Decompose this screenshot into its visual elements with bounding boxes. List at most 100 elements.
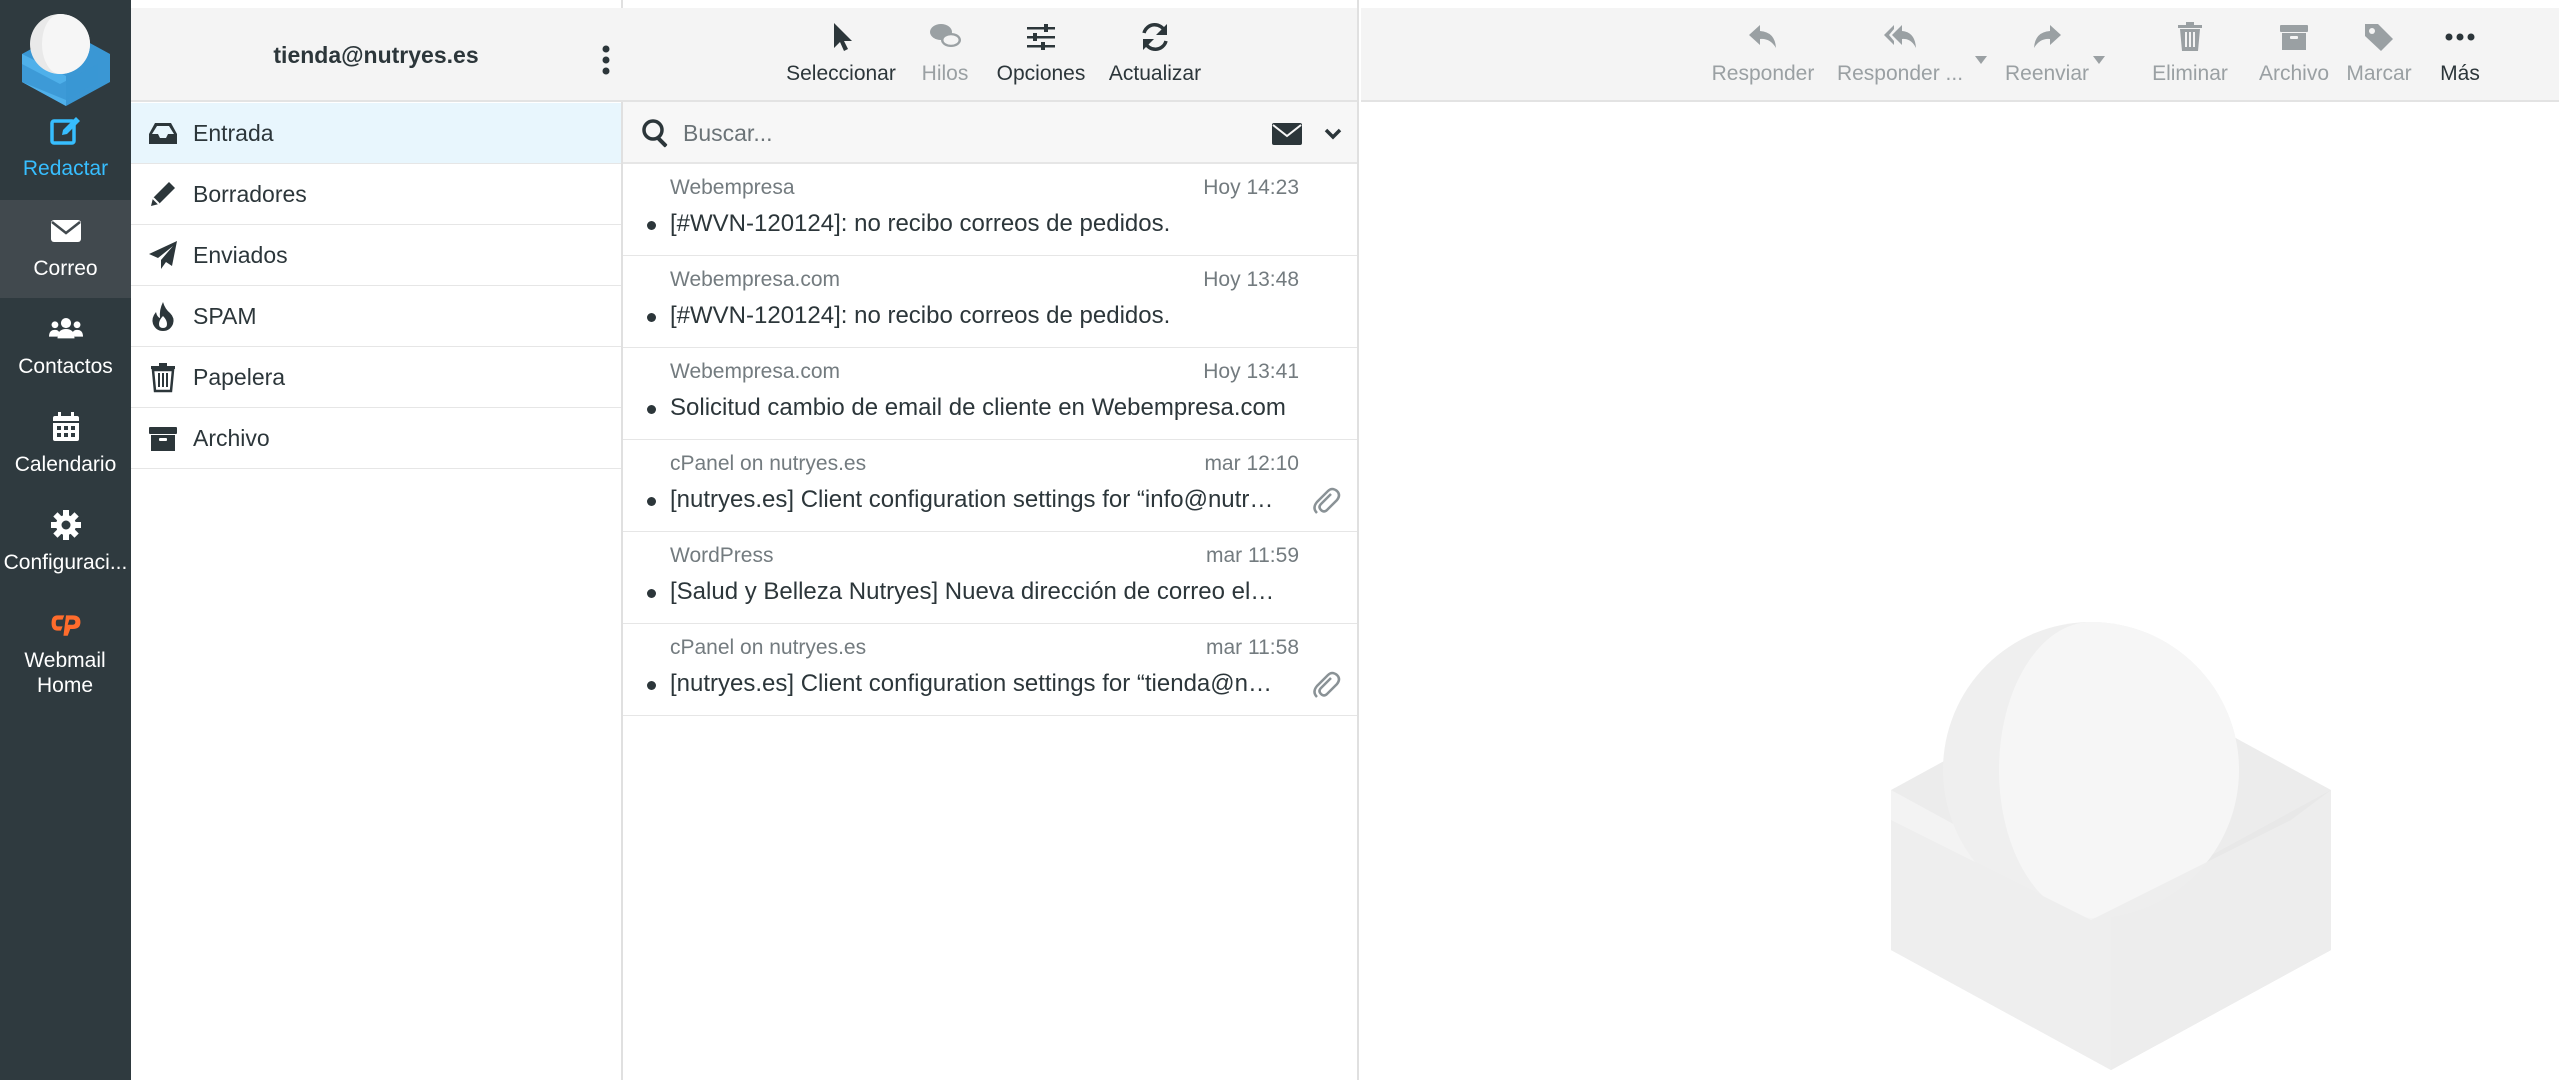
folder-label: Entrada <box>193 120 274 146</box>
folder-label: Enviados <box>193 242 288 268</box>
message-sender: Webempresa.com <box>670 360 841 383</box>
sliders-icon <box>1027 24 1055 50</box>
gear-icon <box>50 510 81 540</box>
users-icon <box>48 317 83 339</box>
trash-icon <box>151 363 175 393</box>
folder-panel: tienda@nutryes.es Entrada Borradores Env… <box>131 0 623 1080</box>
folder-sent[interactable]: Enviados <box>131 225 621 286</box>
threads-button[interactable]: Hilos <box>913 16 977 96</box>
kebab-menu-icon[interactable] <box>599 44 613 76</box>
preview-panel: Responder Responder ... Reenviar Elimina… <box>1361 0 2559 1080</box>
archive-button[interactable]: Archivo <box>2247 16 2341 96</box>
folder-label: Borradores <box>193 181 307 207</box>
message-row[interactable]: Webempresa Hoy 14:23 [#WVN-120124]: no r… <box>623 164 1357 256</box>
nav-contacts-label: Contactos <box>18 355 113 378</box>
account-name: tienda@nutryes.es <box>273 42 479 68</box>
nav-settings[interactable]: Configuraci... <box>0 494 131 592</box>
unread-dot <box>647 681 656 690</box>
folder-spam[interactable]: SPAM <box>131 286 621 347</box>
message-list-panel: Seleccionar Hilos Opciones Actualizar Bu… <box>623 0 1359 1080</box>
select-button[interactable]: Seleccionar <box>783 16 899 96</box>
unread-dot <box>647 405 656 414</box>
nav-cpanel-home[interactable]: Webmail Home <box>0 592 131 702</box>
message-sender: WordPress <box>670 544 774 567</box>
nav-calendar[interactable]: Calendario <box>0 396 131 494</box>
options-button[interactable]: Opciones <box>989 16 1093 96</box>
calendar-icon <box>52 412 79 441</box>
search-bar <box>623 102 1357 164</box>
message-subject: [Salud y Belleza Nutryes] Nueva direcció… <box>670 578 1280 605</box>
nav-settings-label: Configuraci... <box>3 551 128 574</box>
tag-icon <box>2365 24 2393 51</box>
reply-all-dropdown-icon[interactable] <box>1973 54 1989 66</box>
forward-icon <box>2034 25 2061 48</box>
folder-header: tienda@nutryes.es <box>131 8 623 102</box>
reply-icon <box>1749 25 1776 48</box>
trash-icon <box>2178 22 2202 51</box>
message-date: mar 11:58 <box>1206 636 1299 659</box>
folder-drafts[interactable]: Borradores <box>131 164 621 225</box>
forward-dropdown-icon[interactable] <box>2091 54 2107 66</box>
envelope-icon <box>50 220 81 242</box>
folder-archive[interactable]: Archivo <box>131 408 621 469</box>
folder-label: Archivo <box>193 425 270 451</box>
nav-compose[interactable]: Redactar <box>0 100 131 198</box>
list-toolbar: Seleccionar Hilos Opciones Actualizar <box>623 8 1357 102</box>
unread-dot <box>647 497 656 506</box>
archive-icon <box>2280 25 2308 50</box>
message-sender: Webempresa <box>670 176 795 199</box>
reply-button[interactable]: Responder <box>1707 16 1819 96</box>
roundcube-logo[interactable] <box>14 10 118 106</box>
ellipsis-icon <box>2445 33 2475 41</box>
cursor-icon <box>834 23 852 51</box>
message-toolbar: Responder Responder ... Reenviar Elimina… <box>1361 8 2559 102</box>
message-subject: [nutryes.es] Client configuration settin… <box>670 670 1280 697</box>
nav-mail[interactable]: Correo <box>0 200 131 298</box>
search-input[interactable] <box>683 114 1243 152</box>
refresh-icon <box>1142 23 1168 51</box>
search-icon[interactable] <box>641 118 671 148</box>
inbox-icon <box>149 123 177 144</box>
message-subject: [#WVN-120124]: no recibo correos de pedi… <box>670 210 1171 237</box>
forward-button[interactable]: Reenviar <box>1995 16 2099 96</box>
message-date: Hoy 13:48 <box>1203 268 1299 291</box>
delete-button[interactable]: Eliminar <box>2141 16 2239 96</box>
mark-button[interactable]: Marcar <box>2337 16 2421 96</box>
unread-dot <box>647 589 656 598</box>
envelope-filter-icon[interactable] <box>1271 121 1303 147</box>
nav-compose-label: Redactar <box>22 157 109 180</box>
message-subject: [#WVN-120124]: no recibo correos de pedi… <box>670 302 1171 329</box>
nav-contacts[interactable]: Contactos <box>0 298 131 396</box>
message-subject: Solicitud cambio de email de cliente en … <box>670 394 1286 421</box>
message-date: mar 12:10 <box>1204 452 1299 475</box>
nav-cpanel-label: Webmail Home <box>24 649 106 697</box>
paperclip-icon <box>1313 487 1341 514</box>
message-sender: cPanel on nutryes.es <box>670 636 867 659</box>
refresh-button[interactable]: Actualizar <box>1103 16 1207 96</box>
nav-mail-label: Correo <box>33 257 98 280</box>
message-row[interactable]: cPanel on nutryes.es mar 12:10 [nutryes.… <box>623 440 1357 532</box>
message-date: Hoy 14:23 <box>1203 176 1299 199</box>
folder-trash[interactable]: Papelera <box>131 347 621 408</box>
folder-inbox[interactable]: Entrada <box>131 103 621 164</box>
message-date: mar 11:59 <box>1206 544 1299 567</box>
message-subject: [nutryes.es] Client configuration settin… <box>670 486 1280 513</box>
message-row[interactable]: Webempresa.com Hoy 13:48 [#WVN-120124]: … <box>623 256 1357 348</box>
reply-all-button[interactable]: Responder ... <box>1835 16 1965 96</box>
archive-icon <box>149 427 177 451</box>
message-row[interactable]: WordPress mar 11:59 [Salud y Belleza Nut… <box>623 532 1357 624</box>
compose-icon <box>49 117 80 145</box>
main-navigation: Redactar Correo Contactos Calendario Con… <box>0 0 131 1080</box>
chevron-down-icon[interactable] <box>1323 124 1343 144</box>
folder-label: Papelera <box>193 364 286 390</box>
reply-all-icon <box>1884 25 1916 48</box>
folder-label: SPAM <box>193 303 257 329</box>
message-row[interactable]: cPanel on nutryes.es mar 11:58 [nutryes.… <box>623 624 1357 716</box>
unread-dot <box>647 313 656 322</box>
nav-calendar-label: Calendario <box>14 453 117 476</box>
paper-plane-icon <box>149 241 177 269</box>
fire-icon <box>152 302 174 331</box>
unread-dot <box>647 221 656 230</box>
message-row[interactable]: Webempresa.com Hoy 13:41 Solicitud cambi… <box>623 348 1357 440</box>
more-button[interactable]: Más <box>2425 16 2495 96</box>
